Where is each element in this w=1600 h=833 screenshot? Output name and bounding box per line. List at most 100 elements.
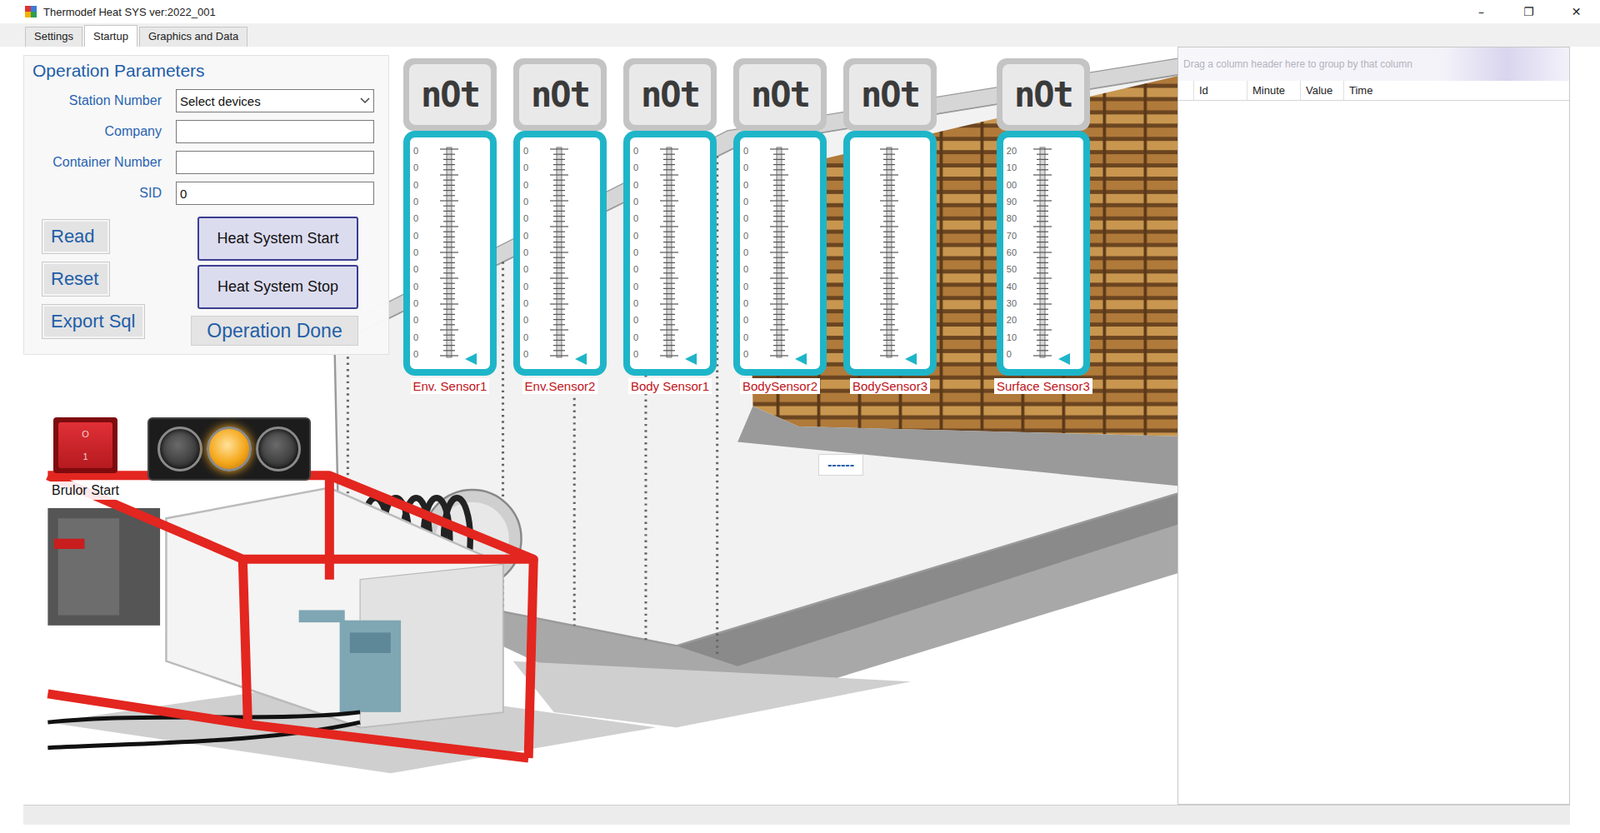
window-title: Thermodef Heat SYS ver:2022_001: [43, 5, 216, 19]
window-control-button[interactable]: –: [1457, 0, 1505, 24]
scale-label: 0: [523, 213, 544, 224]
text-field[interactable]: [175, 181, 375, 205]
window-control-button[interactable]: ✕: [1552, 0, 1600, 24]
thermometer-tube: 0000000000000: [403, 130, 497, 376]
sensor-gauge: nOt0000000000000BodySensor2: [732, 58, 828, 395]
group-panel[interactable]: Drag a column header here to group by th…: [1178, 47, 1570, 81]
sensor-display: nOt: [403, 58, 497, 131]
tab[interactable]: Graphics and Data: [139, 26, 248, 47]
panel-title: Operation Parameters: [32, 60, 389, 81]
scale-label: 0: [743, 196, 764, 207]
scale-label: 0: [633, 298, 654, 309]
scale-label: 0: [743, 145, 764, 156]
field-label: Station Number: [32, 93, 162, 109]
scale-label: 0: [523, 145, 544, 156]
level-pointer-icon: [1058, 353, 1070, 365]
scale-label: 0: [633, 264, 654, 275]
scale-label: 0: [413, 264, 434, 275]
rocker: O1: [58, 422, 113, 469]
pointer-track: [905, 145, 919, 360]
column-header[interactable]: Minute: [1246, 80, 1300, 100]
display-reading: nOt: [530, 74, 590, 115]
level-pointer-icon: [795, 353, 807, 365]
column-header[interactable]: Time: [1343, 80, 1570, 100]
thermometer-tube: 0000000000000: [513, 130, 607, 376]
tab[interactable]: Settings: [25, 26, 83, 47]
window-controls: –❐✕: [1457, 0, 1600, 24]
top-row: Operation Parameters Station Number Select…: [23, 55, 1178, 395]
text-field[interactable]: [175, 150, 375, 175]
field-row: SID: [32, 181, 389, 205]
tab[interactable]: Startup: [84, 25, 138, 47]
display-screen: nOt: [849, 64, 931, 125]
title-bar: Thermodef Heat SYS ver:2022_001 –❐✕: [0, 0, 1600, 24]
heat-system-button[interactable]: Heat System Stop: [197, 265, 359, 310]
ruler-icon: [878, 145, 900, 360]
field-row: Station Number Select devices: [32, 89, 389, 113]
data-grid: Drag a column header here to group by th…: [1177, 46, 1570, 805]
scale-label: 0: [633, 230, 654, 241]
scale-labels: 2010009080706050403020100: [1006, 145, 1027, 360]
pointer-track: [465, 145, 479, 360]
display-screen: nOt: [739, 64, 821, 125]
scale-labels: 0000000000000: [523, 145, 544, 360]
scale-label: 0: [523, 349, 544, 360]
scale-label: 0: [413, 196, 434, 207]
field-label: Container Number: [32, 155, 162, 170]
scale-label: 0: [413, 332, 434, 343]
side-buttons: Read Reset Export Sql: [41, 216, 191, 346]
column-header[interactable]: Value: [1300, 80, 1344, 100]
operation-done-button[interactable]: Operation Done: [190, 315, 359, 346]
scale-label: 30: [1006, 298, 1027, 309]
thermometer-tube: 2010009080706050403020100: [996, 130, 1090, 376]
station-select[interactable]: Select devices: [175, 89, 375, 113]
scale-label: 60: [1006, 247, 1027, 258]
side-button[interactable]: Reset: [41, 261, 110, 297]
level-pointer-icon: [465, 353, 477, 365]
ruler-icon: [548, 145, 570, 360]
field-row: Container Number: [32, 150, 389, 175]
scale-label: 0: [523, 180, 544, 190]
heat-buttons: Heat System StartHeat System Stop Operati…: [190, 216, 359, 346]
scale-label: 20: [1006, 145, 1027, 156]
side-button[interactable]: Export Sql: [41, 304, 145, 340]
scale-label: 0: [413, 145, 434, 156]
column-header[interactable]: Id: [1193, 80, 1247, 100]
heat-system-button[interactable]: Heat System Start: [197, 216, 359, 261]
scale-label: 70: [1006, 230, 1027, 241]
window-control-button[interactable]: ❐: [1505, 0, 1553, 24]
sensor-gauges: nOt0000000000000Env. Sensor1nOt000000000…: [402, 55, 1093, 395]
scale-label: 0: [523, 281, 544, 292]
scale-label: 0: [743, 230, 764, 241]
scale-label: 0: [523, 162, 544, 173]
display-reading: nOt: [420, 74, 480, 115]
sensor-gauge: nOt0000000000000Env. Sensor1: [402, 58, 498, 395]
overlay-layer: Operation Parameters Station Number Select…: [23, 46, 1178, 500]
buttons-area: Read Reset Export Sql Heat System StartHeat…: [41, 216, 389, 346]
sensor-label: Body Sensor1: [628, 378, 712, 395]
level-pointer-icon: [685, 353, 697, 365]
scale-label: 0: [633, 180, 654, 190]
chevron-down-icon: [360, 97, 370, 105]
scale-labels: 0000000000000: [743, 145, 764, 360]
status-bar: [23, 805, 1570, 825]
thermometer-tube: 0000000000000: [623, 130, 717, 376]
grid-header: IdMinuteValueTime: [1178, 80, 1570, 101]
text-field[interactable]: [175, 120, 375, 144]
scale-labels: 0000000000000: [413, 145, 434, 360]
scale-label: 0: [743, 264, 764, 275]
field-row: Company: [32, 120, 389, 144]
main-area: Operation Parameters Station Number Select…: [0, 46, 1600, 805]
scale-label: 0: [743, 298, 764, 309]
burner-switch[interactable]: O1: [53, 417, 118, 474]
scale-label: 0: [633, 247, 654, 258]
scale-label: 0: [743, 315, 764, 325]
scale-label: 80: [1006, 213, 1027, 224]
row-indicator-header: [1178, 80, 1194, 100]
scale-labels: 0000000000000: [633, 145, 654, 360]
side-button[interactable]: Read: [41, 219, 110, 255]
scale-label: 20: [1006, 315, 1027, 325]
sensor-gauge: nOt0000000000000Env.Sensor2: [512, 58, 608, 395]
display-screen: nOt: [1002, 64, 1085, 125]
scale-label: 0: [413, 298, 434, 309]
